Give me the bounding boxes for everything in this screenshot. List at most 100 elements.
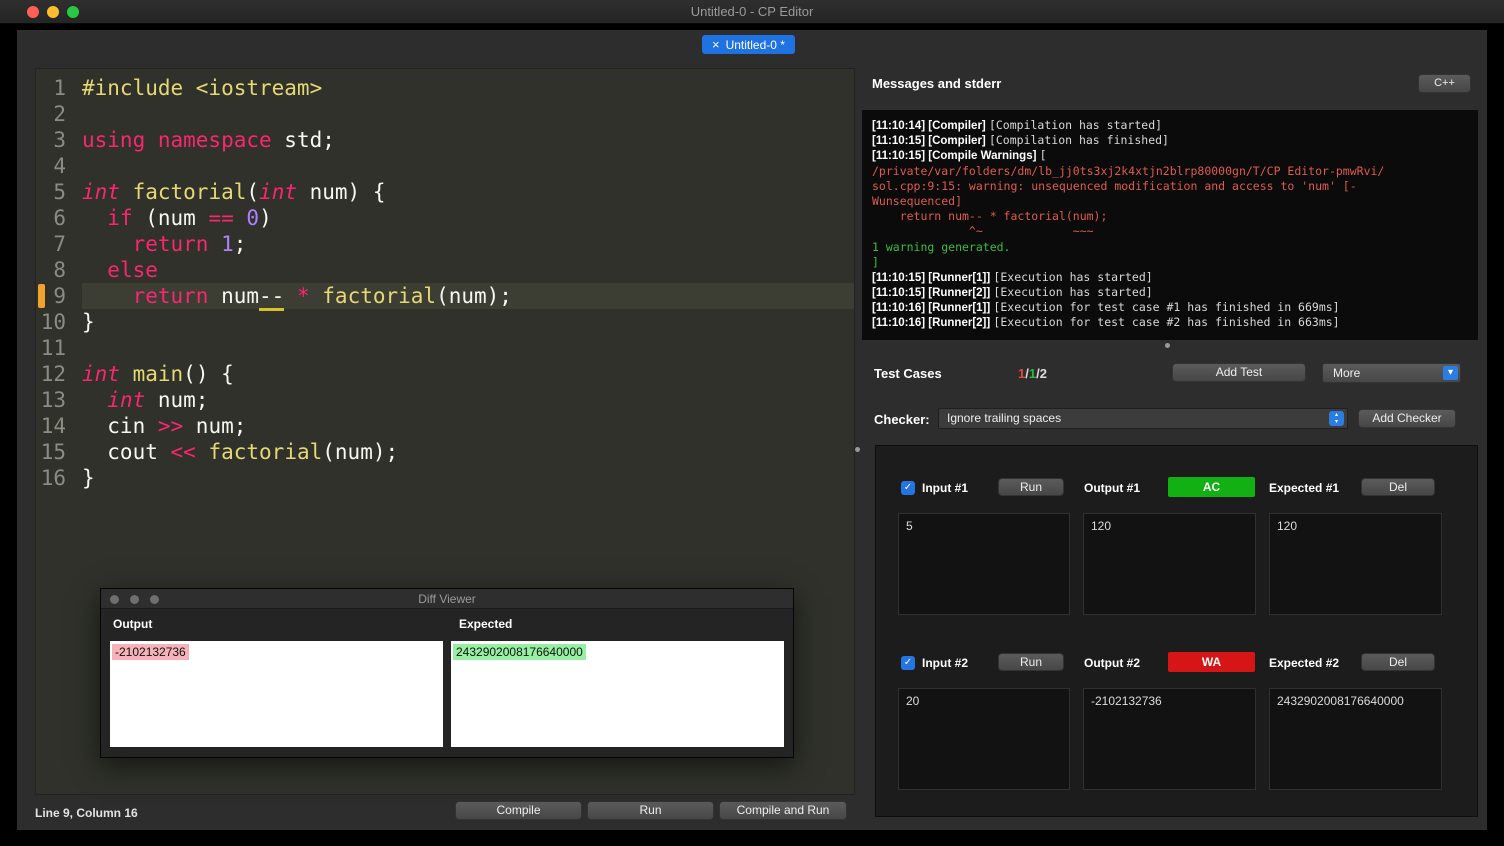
tab-close-icon[interactable]: × [712,35,720,54]
language-button[interactable]: C++ [1418,74,1471,93]
code-token: * [296,284,310,308]
line-number: 15 [40,440,66,464]
log-segment: /private/var/folders/dm/lb_jj0ts3xj2k4xt… [872,163,1385,178]
line-number: 14 [40,414,66,438]
log-line: [11:10:15] [Runner[2]] [Execution has st… [872,285,1468,300]
code-line[interactable]: 16} [36,465,854,491]
checker-selected-value: Ignore trailing spaces [947,411,1062,425]
log-line: [11:10:14] [Compiler] [Compilation has s… [872,118,1468,133]
diff-body: -2102132736 2432902008176640000 [101,639,793,747]
diff-expected-header: Expected [459,617,513,631]
code-area: 1 #include <iostream> 2 3 using namespace st… [36,75,854,491]
code-token: () { [183,362,234,386]
run-testcase-button[interactable]: Run [998,478,1064,496]
chevron-down-icon[interactable]: ▾ [1443,366,1458,380]
code-line[interactable]: 7 return 1; [36,231,854,257]
diff-zoom-button[interactable] [150,595,159,604]
code-token: #include <iostream> [82,76,323,100]
code-token: ( [246,180,260,204]
expected-textarea[interactable]: 2432902008176640000 [1269,688,1442,790]
code-line[interactable]: 12 int main() { [36,361,854,387]
diff-minimize-button[interactable] [130,595,139,604]
diff-expected-panel[interactable]: 2432902008176640000 [451,641,784,747]
code-text: if (num == 0) [82,205,854,231]
diff-output-panel[interactable]: -2102132736 [110,641,443,747]
code-line[interactable]: 14 cin >> num; [36,413,854,439]
code-line[interactable]: 6 if (num == 0) [36,205,854,231]
log-scrollbar-dot[interactable] [1165,343,1170,348]
code-line[interactable]: 1 #include <iostream> [36,75,854,101]
run-testcase-button[interactable]: Run [998,653,1064,671]
output-textarea[interactable]: 120 [1083,513,1256,615]
add-checker-button[interactable]: Add Checker [1358,409,1456,428]
app-window: × Untitled-0 * 1 #include <iostream> 2 3 usi… [17,30,1487,830]
line-number: 7 [53,232,66,256]
code-line[interactable]: 10} [36,309,854,335]
log-line: [11:10:16] [Runner[2]] [Execution for te… [872,315,1468,330]
log-segment: [Execution for test case #2 has finished… [993,315,1340,330]
code-line[interactable]: 15 cout << factorial(num); [36,439,854,465]
expected-textarea[interactable]: 120 [1269,513,1442,615]
log-line: return num-- * factorial(num); [872,209,1468,224]
line-number: 13 [40,388,66,412]
compiler-log[interactable]: [11:10:14] [Compiler] [Compilation has s… [862,110,1478,340]
checker-label: Checker: [874,412,930,427]
testcase-1: ✓ Input #1 Run Output #1 AC Expected #1 Del 5 12… [876,477,1477,650]
code-line[interactable]: 11 [36,335,854,361]
compile-button[interactable]: Compile [455,801,582,820]
code-line[interactable]: 3 using namespace std; [36,127,854,153]
minimize-window-button[interactable] [47,6,59,18]
input-label: Input #2 [922,656,969,670]
delete-testcase-button[interactable]: Del [1361,653,1435,671]
verdict-badge[interactable]: AC [1168,477,1255,497]
more-dropdown[interactable]: More ▾ [1322,363,1461,383]
code-token: -- [259,284,285,311]
line-number: 3 [53,128,66,152]
log-line: [11:10:15] [Compiler] [Compilation has f… [872,133,1468,148]
log-line: /private/var/folders/dm/lb_jj0ts3xj2k4xt… [872,164,1468,179]
zoom-window-button[interactable] [67,6,79,18]
add-test-button[interactable]: Add Test [1172,363,1306,382]
output-textarea[interactable]: -2102132736 [1083,688,1256,790]
diff-expected-value: 2432902008176640000 [453,644,586,660]
close-window-button[interactable] [27,6,39,18]
input-textarea[interactable]: 5 [898,513,1070,615]
tab-untitled-0[interactable]: × Untitled-0 * [702,35,795,54]
line-number: 11 [40,336,66,360]
code-line[interactable]: 13 int num; [36,387,854,413]
select-spinner-icon[interactable]: ▴ ▾ [1329,411,1344,426]
input-textarea[interactable]: 20 [898,688,1070,790]
code-text: return num-- * factorial(num); [82,283,854,311]
log-segment: [ [1039,148,1047,163]
code-line[interactable]: 2 [36,101,854,127]
code-line[interactable]: 5 int factorial(int num) { [36,179,854,205]
diff-close-button[interactable] [110,595,119,604]
diff-viewer-window[interactable]: Diff Viewer Output Expected -2102132736 … [100,588,794,758]
summary-total-count: 2 [1039,366,1047,381]
splitter-handle[interactable] [855,447,860,452]
code-line[interactable]: 9 return num-- * factorial(num); [36,283,854,311]
log-segment: [Compilation has started] [988,118,1163,132]
window-title: Untitled-0 - CP Editor [690,4,814,19]
code-text: int factorial(int num) { [82,179,854,205]
code-line[interactable]: 8 else [36,257,854,283]
line-number: 12 [40,362,66,386]
testcase-checkbox[interactable]: ✓ [901,481,915,495]
line-number: 16 [40,466,66,490]
testcase-checkbox[interactable]: ✓ [901,656,915,670]
compile-and-run-button[interactable]: Compile and Run [719,801,847,820]
code-line[interactable]: 4 [36,153,854,179]
checker-select[interactable]: Ignore trailing spaces ▴ ▾ [938,408,1348,429]
verdict-badge[interactable]: WA [1168,652,1255,672]
run-button[interactable]: Run [587,801,714,820]
input-label: Input #1 [922,481,969,495]
delete-testcase-button[interactable]: Del [1361,478,1435,496]
cursor-position: Line 9, Column 16 [35,806,138,820]
log-segment: ] [872,254,879,269]
code-token: num; [183,414,247,438]
code-text: using namespace std; [82,127,854,153]
